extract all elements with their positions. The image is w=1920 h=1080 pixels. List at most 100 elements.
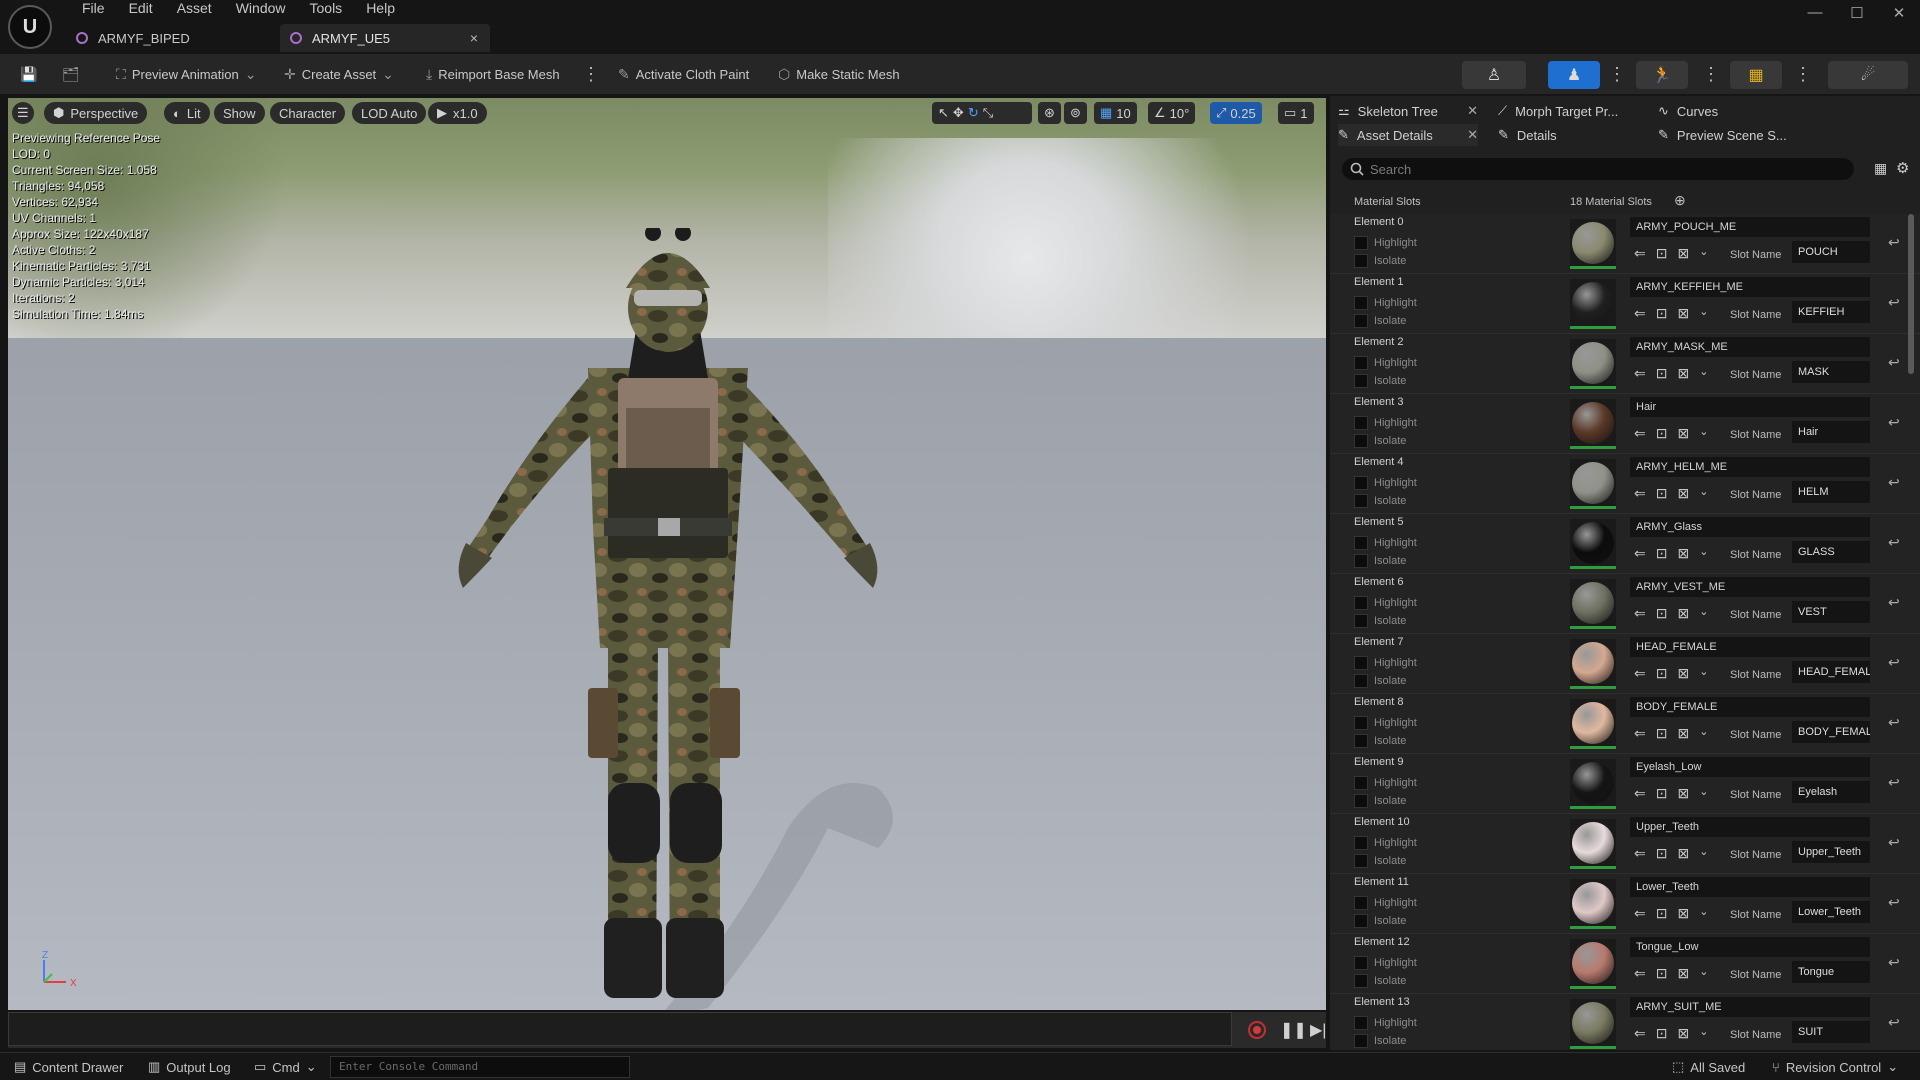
chevron-down-icon[interactable]: ⌄: [1699, 365, 1708, 382]
highlight-checkbox[interactable]: [1354, 956, 1368, 970]
viewport-menu-button[interactable]: ☰: [12, 102, 34, 124]
use-selected-asset-icon[interactable]: ⇐: [1634, 905, 1646, 922]
close-icon[interactable]: ×: [470, 30, 478, 46]
isolate-checkbox[interactable]: [1354, 614, 1368, 628]
material-thumbnail[interactable]: [1570, 219, 1616, 269]
tab-asset-details[interactable]: ✎ Asset Details ✕: [1338, 124, 1478, 146]
material-name-field[interactable]: ARMY_VEST_ME: [1630, 577, 1870, 597]
browse-asset-icon[interactable]: ⊡: [1656, 305, 1668, 322]
material-name-field[interactable]: Lower_Teeth: [1630, 877, 1870, 897]
material-thumbnail[interactable]: [1570, 579, 1616, 629]
browse-asset-icon[interactable]: ⊡: [1656, 425, 1668, 442]
material-options-icon[interactable]: ⊠: [1677, 365, 1689, 382]
highlight-checkbox[interactable]: [1354, 836, 1368, 850]
browse-asset-icon[interactable]: ⊡: [1656, 725, 1668, 742]
material-thumbnail[interactable]: [1570, 819, 1616, 869]
reset-arrow-icon[interactable]: ↩: [1888, 234, 1900, 251]
angle-snap-button[interactable]: ∠ 10°: [1148, 102, 1196, 124]
use-selected-asset-icon[interactable]: ⇐: [1634, 605, 1646, 622]
details-search-input[interactable]: Search: [1342, 158, 1854, 180]
character-button[interactable]: Character: [270, 102, 346, 124]
slot-name-field[interactable]: Tongue: [1792, 961, 1870, 983]
activate-cloth-paint-button[interactable]: ✎ Activate Cloth Paint: [618, 63, 749, 85]
tab-preview-scene-settings[interactable]: ✎ Preview Scene S...: [1658, 124, 1818, 146]
grid-snap-button[interactable]: ▦ 10: [1094, 102, 1137, 124]
material-name-field[interactable]: Hair: [1630, 397, 1870, 417]
isolate-checkbox[interactable]: [1354, 734, 1368, 748]
chevron-down-icon[interactable]: ⌄: [1699, 605, 1708, 622]
slot-name-field[interactable]: Eyelash: [1792, 781, 1870, 803]
chevron-down-icon[interactable]: ⌄: [1699, 305, 1708, 322]
material-name-field[interactable]: ARMY_KEFFIEH_ME: [1630, 277, 1870, 297]
material-options-icon[interactable]: ⊠: [1677, 665, 1689, 682]
chevron-down-icon[interactable]: ⌄: [1699, 485, 1708, 502]
lod-auto-button[interactable]: LOD Auto: [352, 102, 427, 124]
menu-file[interactable]: File: [70, 0, 117, 18]
use-selected-asset-icon[interactable]: ⇐: [1634, 245, 1646, 262]
isolate-checkbox[interactable]: [1354, 1034, 1368, 1048]
reset-arrow-icon[interactable]: ↩: [1888, 834, 1900, 851]
more-options-icon[interactable]: ⋮: [1794, 63, 1812, 85]
lit-button[interactable]: ◐ Lit: [164, 102, 210, 124]
close-window-button[interactable]: ✕: [1884, 4, 1914, 22]
material-options-icon[interactable]: ⊠: [1677, 425, 1689, 442]
physics-mode-button[interactable]: ☄: [1828, 61, 1908, 89]
material-options-icon[interactable]: ⊠: [1677, 905, 1689, 922]
table-view-icon[interactable]: ▦: [1874, 160, 1887, 177]
browse-asset-icon[interactable]: ⊡: [1656, 605, 1668, 622]
menu-help[interactable]: Help: [354, 0, 407, 18]
material-name-field[interactable]: ARMY_MASK_ME: [1630, 337, 1870, 357]
highlight-checkbox[interactable]: [1354, 416, 1368, 430]
character-model[interactable]: [408, 228, 928, 1010]
record-button[interactable]: [1248, 1021, 1266, 1039]
browse-button[interactable]: 🗂: [62, 63, 80, 85]
isolate-checkbox[interactable]: [1354, 434, 1368, 448]
browse-asset-icon[interactable]: ⊡: [1656, 485, 1668, 502]
translate-icon[interactable]: ✥: [953, 105, 964, 121]
tab-morph-target-preview[interactable]: ⟋ Morph Target Pr...: [1498, 100, 1648, 122]
reimport-base-mesh-button[interactable]: ⤓ Reimport Base Mesh: [426, 63, 560, 85]
material-options-icon[interactable]: ⊠: [1677, 305, 1689, 322]
material-options-icon[interactable]: ⊠: [1677, 605, 1689, 622]
highlight-checkbox[interactable]: [1354, 596, 1368, 610]
content-drawer-button[interactable]: ▤ Content Drawer: [14, 1059, 123, 1075]
chevron-down-icon[interactable]: ⌄: [1699, 545, 1708, 562]
slot-name-field[interactable]: Lower_Teeth: [1792, 901, 1870, 923]
save-button[interactable]: 💾: [20, 63, 37, 85]
reset-arrow-icon[interactable]: ↩: [1888, 714, 1900, 731]
menu-asset[interactable]: Asset: [165, 0, 224, 18]
close-icon[interactable]: ✕: [1467, 103, 1478, 119]
unreal-logo-icon[interactable]: U: [8, 5, 52, 49]
perspective-button[interactable]: ⬢ Perspective: [44, 102, 148, 124]
material-name-field[interactable]: Tongue_Low: [1630, 937, 1870, 957]
browse-asset-icon[interactable]: ⊡: [1656, 785, 1668, 802]
chevron-down-icon[interactable]: ⌄: [1699, 965, 1708, 982]
browse-asset-icon[interactable]: ⊡: [1656, 905, 1668, 922]
highlight-checkbox[interactable]: [1354, 1016, 1368, 1030]
tab-armyf-biped[interactable]: ARMYF_BIPED: [66, 24, 276, 52]
close-icon[interactable]: ✕: [1467, 127, 1478, 143]
more-options-icon[interactable]: ⋮: [1702, 63, 1720, 85]
chevron-down-icon[interactable]: ⌄: [1699, 425, 1708, 442]
highlight-checkbox[interactable]: [1354, 236, 1368, 250]
highlight-checkbox[interactable]: [1354, 476, 1368, 490]
material-thumbnail[interactable]: [1570, 699, 1616, 749]
make-static-mesh-button[interactable]: ⬡ Make Static Mesh: [778, 63, 900, 85]
browse-asset-icon[interactable]: ⊡: [1656, 845, 1668, 862]
browse-asset-icon[interactable]: ⊡: [1656, 545, 1668, 562]
highlight-checkbox[interactable]: [1354, 356, 1368, 370]
animation-mode-button[interactable]: 🏃: [1636, 61, 1688, 89]
material-thumbnail[interactable]: [1570, 879, 1616, 929]
material-thumbnail[interactable]: [1570, 279, 1616, 329]
chevron-down-icon[interactable]: ⌄: [1699, 845, 1708, 862]
browse-asset-icon[interactable]: ⊡: [1656, 365, 1668, 382]
browse-asset-icon[interactable]: ⊡: [1656, 1025, 1668, 1042]
maximize-button[interactable]: ☐: [1842, 4, 1872, 22]
slot-name-field[interactable]: HEAD_FEMALE: [1792, 661, 1870, 683]
chevron-down-icon[interactable]: ⌄: [1699, 725, 1708, 742]
highlight-checkbox[interactable]: [1354, 716, 1368, 730]
use-selected-asset-icon[interactable]: ⇐: [1634, 965, 1646, 982]
material-thumbnail[interactable]: [1570, 999, 1616, 1049]
output-log-button[interactable]: ▥ Output Log: [148, 1059, 231, 1075]
use-selected-asset-icon[interactable]: ⇐: [1634, 365, 1646, 382]
